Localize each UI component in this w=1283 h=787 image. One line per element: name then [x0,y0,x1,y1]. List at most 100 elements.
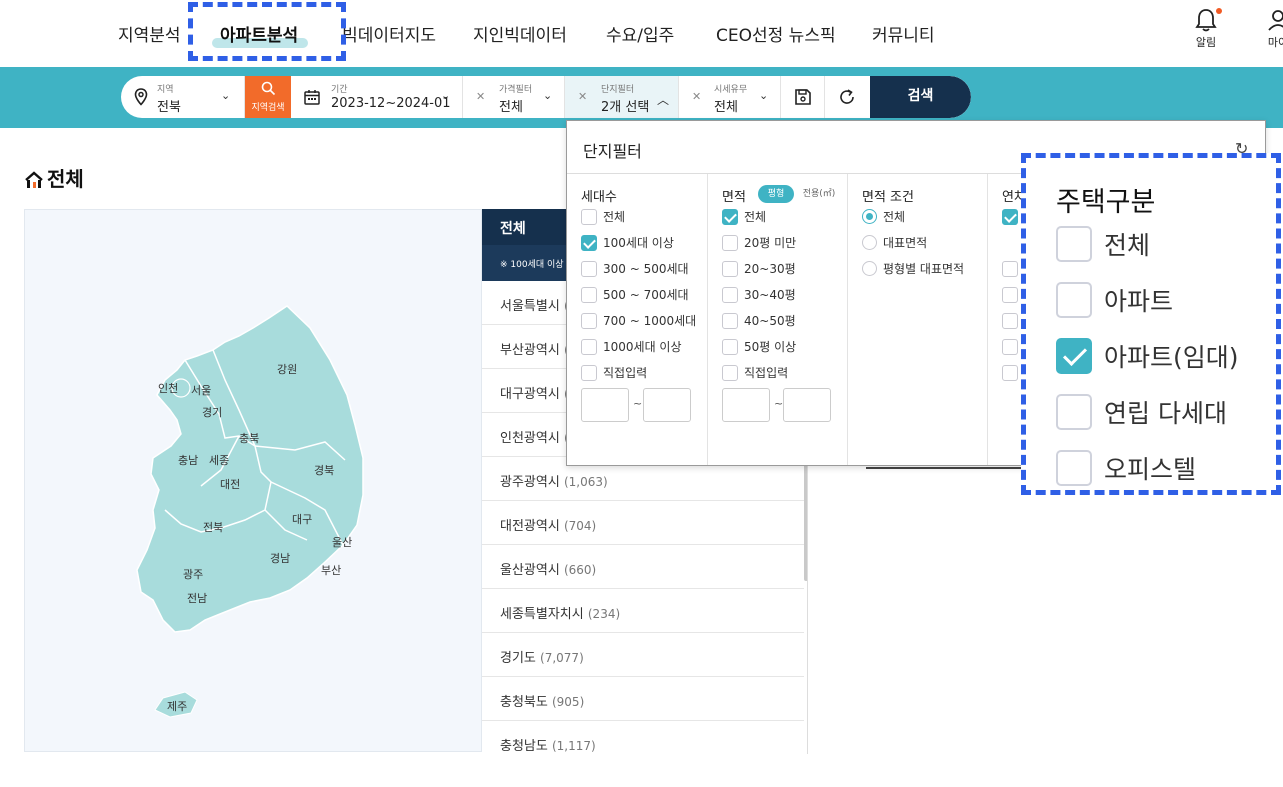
checkbox[interactable] [1056,394,1092,430]
households-option-500-700[interactable]: 500 ~ 700세대 [581,286,689,304]
checkbox[interactable] [722,339,738,355]
checkbox[interactable] [581,209,597,225]
checkbox[interactable] [1002,365,1018,381]
radio[interactable] [862,235,877,250]
map-label-sejong[interactable]: 세종 [209,452,229,468]
area-condition-option-by-type[interactable]: 평형별 대표면적 [862,260,964,278]
households-option-all[interactable]: 전체 [581,208,625,226]
checkbox[interactable] [581,287,597,303]
list-item[interactable]: 대전광역시 (704) [482,501,804,545]
checkbox[interactable] [581,365,597,381]
checkbox-checked[interactable] [722,209,738,225]
housing-type-option-apartment[interactable]: 아파트 [1056,282,1173,318]
housing-type-option-villa[interactable]: 연립 다세대 [1056,394,1227,430]
checkbox[interactable] [1002,339,1018,355]
nav-bigdata-map[interactable]: 빅데이터지도 [340,21,436,46]
map-label-jeju[interactable]: 제주 [167,698,187,714]
map-label-chungbuk[interactable]: 충북 [239,430,259,446]
clear-icon[interactable]: ✕ [578,90,587,103]
area-option-30-40[interactable]: 30~40평 [722,286,796,304]
map-label-gyeonggi[interactable]: 경기 [202,404,222,420]
checkbox[interactable] [581,261,597,277]
map-label-seoul[interactable]: 서울 [191,382,211,398]
save-button[interactable] [781,76,825,118]
list-item[interactable]: 충청남도 (1,117) [482,721,804,754]
toggle-pyeong[interactable]: 평형 [758,185,794,203]
map-label-daegu[interactable]: 대구 [292,511,312,527]
map-label-daejeon[interactable]: 대전 [220,476,240,492]
checkbox[interactable] [581,313,597,329]
clear-icon[interactable]: ✕ [476,90,485,103]
map-label-gangwon[interactable]: 강원 [277,361,297,377]
nav-jiin-bigdata[interactable]: 지인빅데이터 [473,21,567,46]
nav-region-analysis[interactable]: 지역분석 [118,21,181,46]
radio-selected[interactable] [862,209,877,224]
nav-community[interactable]: 커뮤니티 [872,21,935,46]
notification-button[interactable]: 알림 [1190,8,1222,50]
area-condition-option-all[interactable]: 전체 [862,208,905,226]
list-item[interactable]: 세종특별자치시 (234) [482,589,804,633]
radio[interactable] [862,261,877,276]
korea-map[interactable]: 인천 서울 강원 경기 충북 충남 세종 경북 대전 대구 울산 전북 경남 부… [24,209,482,752]
checkbox[interactable] [1056,282,1092,318]
list-item[interactable]: 경기도 (7,077) [482,633,804,677]
map-label-ulsan[interactable]: 울산 [332,534,352,550]
households-option-100plus[interactable]: 100세대 이상 [581,234,674,252]
checkbox[interactable] [1002,313,1018,329]
map-label-incheon[interactable]: 인천 [158,380,178,396]
nav-demand-supply[interactable]: 수요/입주 [606,21,674,46]
households-min-input[interactable] [581,388,629,422]
households-option-1000plus[interactable]: 1000세대 이상 [581,338,682,356]
list-item[interactable]: 울산광역시 (660) [482,545,804,589]
households-option-300-500[interactable]: 300 ~ 500세대 [581,260,689,278]
area-option-under20[interactable]: 20평 미만 [722,234,796,252]
map-label-jeonnam[interactable]: 전남 [187,590,207,606]
checkbox[interactable] [722,365,738,381]
area-condition-option-representative[interactable]: 대표면적 [862,234,927,252]
listing-filter-select[interactable]: ✕ 시세유무 전체 ⌄ [679,76,781,118]
checkbox[interactable] [581,339,597,355]
nav-ceo-newspick[interactable]: CEO선정 뉴스픽 [716,21,836,46]
mypage-button[interactable]: 마이 [1258,8,1283,50]
checkbox-checked[interactable] [1056,338,1092,374]
checkbox[interactable] [722,313,738,329]
housing-type-option-all[interactable]: 전체 [1056,226,1150,262]
map-label-busan[interactable]: 부산 [321,562,341,578]
checkbox[interactable] [1056,226,1092,262]
area-min-input[interactable] [722,388,770,422]
map-label-gyeongbuk[interactable]: 경북 [314,462,334,478]
complex-filter-select[interactable]: ✕ 단지필터 2개 선택 ︿ [565,76,679,118]
clear-icon[interactable]: ✕ [692,90,701,103]
reset-button[interactable] [825,76,870,118]
search-button[interactable]: 검색 [870,76,971,118]
housing-type-option-officetel[interactable]: 오피스텔 [1056,450,1196,486]
map-label-jeonbuk[interactable]: 전북 [203,519,223,535]
map-label-chungnam[interactable]: 충남 [178,452,198,468]
households-option-custom[interactable]: 직접입력 [581,364,647,382]
checkbox-checked[interactable] [581,235,597,251]
area-option-custom[interactable]: 직접입력 [722,364,788,382]
area-option-50plus[interactable]: 50평 이상 [722,338,796,356]
housing-type-option-rental-apartment[interactable]: 아파트(임대) [1056,338,1239,374]
households-max-input[interactable] [643,388,691,422]
checkbox-checked[interactable] [1002,209,1018,225]
region-search-button[interactable]: 지역검색 [245,76,291,118]
checkbox[interactable] [1056,450,1092,486]
checkbox[interactable] [1002,287,1018,303]
checkbox[interactable] [722,235,738,251]
checkbox[interactable] [722,261,738,277]
area-option-20-30[interactable]: 20~30평 [722,260,796,278]
region-select[interactable]: 지역 전북 ⌄ [121,76,245,118]
map-label-gwangju[interactable]: 광주 [183,566,203,582]
area-option-40-50[interactable]: 40~50평 [722,312,796,330]
checkbox[interactable] [722,287,738,303]
period-select[interactable]: 기간 2023-12~2024-01 ⌄ [291,76,463,118]
price-filter-select[interactable]: ✕ 가격필터 전체 ⌄ [463,76,565,118]
area-max-input[interactable] [783,388,831,422]
households-option-700-1000[interactable]: 700 ~ 1000세대 [581,312,696,330]
checkbox[interactable] [1002,261,1018,277]
map-label-gyeongnam[interactable]: 경남 [270,550,290,566]
list-item[interactable]: 충청북도 (905) [482,677,804,721]
area-option-all[interactable]: 전체 [722,208,766,226]
toggle-exclusive-area[interactable]: 전용(㎡) [798,185,840,203]
